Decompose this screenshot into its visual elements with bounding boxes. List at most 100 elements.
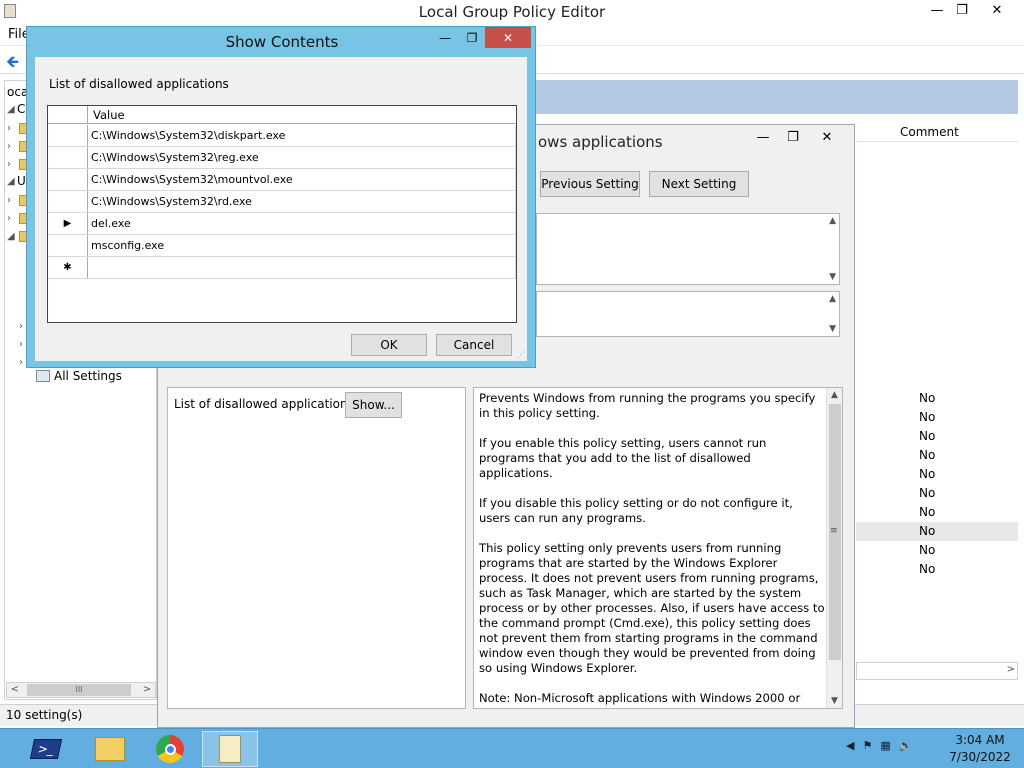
scroll-down-icon[interactable]: ▼ (831, 696, 838, 706)
settings-count: 10 setting(s) (6, 708, 83, 722)
tree-horizontal-scrollbar[interactable]: < III > (6, 682, 156, 698)
previous-setting-button[interactable]: Previous Setting (540, 171, 640, 197)
value-cell[interactable]: C:\Windows\System32\mountvol.exe (91, 173, 293, 186)
policy-close-button[interactable]: ✕ (812, 127, 842, 147)
clock-date: 7/30/2022 (949, 750, 1011, 764)
scroll-down-icon[interactable]: ▼ (829, 324, 836, 334)
row-header[interactable] (48, 169, 88, 190)
state-cell[interactable]: No (919, 467, 935, 481)
value-cell[interactable]: C:\Windows\System32\reg.exe (91, 151, 259, 164)
comment-header-label: Comment (900, 125, 959, 139)
state-cell[interactable]: No (919, 543, 935, 557)
action-center-flag-icon[interactable]: ⚑ (862, 739, 872, 752)
expand-icon[interactable]: › (7, 123, 17, 134)
state-cell[interactable]: No (919, 410, 935, 424)
new-row-indicator-icon[interactable]: ✱ (48, 257, 88, 278)
taskbar-notepad[interactable] (202, 731, 258, 767)
row-header[interactable] (48, 125, 88, 146)
scroll-thumb[interactable]: III (27, 684, 131, 696)
scroll-right-icon[interactable]: > (139, 683, 155, 697)
tree-node-c-label: C (17, 102, 26, 116)
grid-row[interactable]: ▶ del.exe (48, 213, 516, 235)
expand-icon[interactable]: › (7, 213, 17, 224)
value-column-header[interactable]: Value (93, 108, 125, 122)
scroll-up-icon[interactable]: ▲ (831, 390, 838, 400)
taskbar-chrome[interactable] (142, 731, 198, 767)
network-icon[interactable]: ▦ (880, 739, 890, 752)
main-close-button[interactable]: ✕ (980, 0, 1014, 20)
expand-icon[interactable]: › (7, 141, 17, 152)
all-settings-label: All Settings (54, 369, 122, 383)
show-restore-button[interactable]: ❐ (459, 27, 485, 48)
ok-button[interactable]: OK (351, 334, 427, 356)
system-tray: ◀ ⚑ ▦ 🔈 (846, 739, 912, 752)
grid-line (515, 125, 516, 147)
scroll-right-icon[interactable]: > (1007, 664, 1015, 675)
list-description-bar (536, 80, 1018, 114)
taskbar-file-explorer[interactable] (82, 731, 138, 767)
supported-on-box: ▲ ▼ (536, 291, 840, 337)
show-contents-dialog: Show Contents — ❐ ✕ List of disallowed a… (26, 26, 536, 368)
show-minimize-button[interactable]: — (431, 27, 459, 48)
policy-minimize-button[interactable]: — (748, 127, 778, 147)
state-cell[interactable]: No (919, 505, 935, 519)
row-header[interactable] (48, 191, 88, 212)
settings-list-icon (36, 370, 50, 382)
collapse-icon: ◢ (7, 230, 15, 242)
values-grid[interactable]: Value C:\Windows\System32\diskpart.exe C:… (47, 105, 517, 323)
grid-row[interactable]: msconfig.exe (48, 235, 516, 257)
show-contents-body: List of disallowed applications Value C:… (35, 57, 527, 361)
tree-node-u[interactable]: ◢ U (7, 172, 26, 190)
tree-node-c[interactable]: ◢ C (7, 100, 25, 118)
grid-row[interactable]: C:\Windows\System32\rd.exe (48, 191, 516, 213)
state-cell[interactable]: No (919, 486, 935, 500)
current-row-indicator-icon[interactable]: ▶ (48, 213, 88, 234)
state-cell[interactable]: No (919, 524, 935, 538)
grid-row[interactable]: C:\Windows\System32\mountvol.exe (48, 169, 516, 191)
grid-row[interactable]: C:\Windows\System32\diskpart.exe (48, 125, 516, 147)
next-setting-button[interactable]: Next Setting (649, 171, 749, 197)
taskbar: >_ ◀ ⚑ ▦ 🔈 3:04 AM 7/30/2022 (0, 728, 1024, 768)
clock[interactable]: 3:04 AM 7/30/2022 (940, 732, 1020, 766)
state-cell[interactable]: No (919, 391, 935, 405)
grid-line (515, 169, 516, 191)
comment-textbox[interactable]: ▲ ▼ (536, 213, 840, 285)
grid-row[interactable]: C:\Windows\System32\reg.exe (48, 147, 516, 169)
policy-dialog-title: ows applications (538, 133, 663, 151)
scroll-up-icon[interactable]: ▲ (829, 294, 836, 304)
volume-icon[interactable]: 🔈 (899, 739, 913, 752)
state-cell[interactable]: No (919, 448, 935, 462)
scroll-down-icon[interactable]: ▼ (829, 272, 836, 282)
comment-column-header[interactable]: Comment (856, 120, 1018, 142)
state-cell[interactable]: No (919, 562, 935, 576)
expand-icon[interactable]: › (7, 159, 17, 170)
state-cell[interactable]: No (919, 429, 935, 443)
value-cell[interactable]: msconfig.exe (91, 239, 164, 252)
help-vertical-scrollbar[interactable]: ▲ ≡ ▼ (826, 388, 842, 708)
cancel-button[interactable]: Cancel (436, 334, 512, 356)
scroll-left-icon[interactable]: < (7, 683, 23, 697)
grid-line (515, 213, 516, 235)
resize-grip-icon[interactable]: ⋰ (517, 350, 525, 359)
main-title-bar: Local Group Policy Editor — ❐ ✕ (0, 0, 1024, 24)
value-cell[interactable]: C:\Windows\System32\rd.exe (91, 195, 252, 208)
list-horizontal-scrollbar[interactable]: > (856, 662, 1018, 680)
collapse-icon: ◢ (7, 103, 15, 115)
back-arrow-icon[interactable]: 🡸 (6, 51, 19, 78)
scroll-up-icon[interactable]: ▲ (829, 216, 836, 226)
show-close-button[interactable]: ✕ (485, 27, 531, 48)
value-cell[interactable]: C:\Windows\System32\diskpart.exe (91, 129, 285, 142)
main-restore-button[interactable]: ❐ (945, 0, 979, 20)
grid-line (515, 191, 516, 213)
value-cell[interactable]: del.exe (91, 217, 131, 230)
show-hidden-icons-icon[interactable]: ◀ (846, 739, 854, 752)
folder-icon (95, 737, 125, 761)
row-header[interactable] (48, 147, 88, 168)
tree-item-all-settings[interactable]: All Settings (36, 369, 122, 383)
expand-icon[interactable]: › (7, 195, 17, 206)
grid-row[interactable]: ✱ (48, 257, 516, 279)
policy-restore-button[interactable]: ❐ (778, 127, 808, 147)
show-button[interactable]: Show... (345, 392, 402, 418)
row-header[interactable] (48, 235, 88, 256)
taskbar-powershell[interactable]: >_ (18, 731, 74, 767)
